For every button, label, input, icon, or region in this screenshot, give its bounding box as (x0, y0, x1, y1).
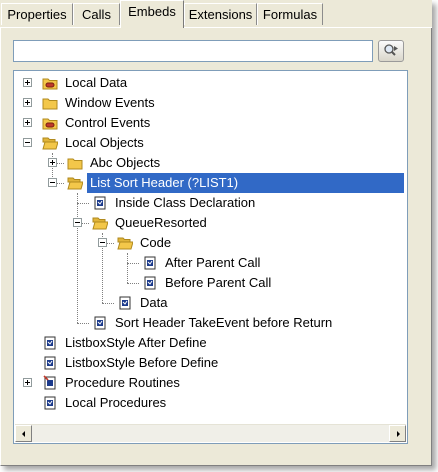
tab-label: Properties (7, 7, 67, 22)
tab-extensions[interactable]: Extensions (184, 3, 257, 25)
folder-icon (42, 95, 58, 111)
tree-item[interactable]: List Sort Header (?LIST1) (14, 173, 404, 193)
embed-icon (42, 395, 58, 411)
tree-item-label: After Parent Call (165, 255, 261, 270)
embed-icon (92, 195, 108, 211)
expand-icon[interactable] (23, 118, 32, 127)
embed-icon (42, 335, 58, 351)
tree-item-label: Code (140, 235, 172, 250)
tree-item[interactable]: Sort Header TakeEvent before Return (14, 313, 404, 333)
tab-label: Formulas (262, 7, 318, 22)
tree-item-label: Before Parent Call (165, 275, 272, 290)
tab-label: Embeds (128, 4, 176, 19)
folder-open-icon (117, 235, 134, 251)
tree-item[interactable]: Procedure Routines (14, 373, 404, 393)
tree-item-label: ListboxStyle After Define (65, 335, 207, 350)
tree-item-label: Local Data (65, 75, 128, 90)
tree-item-label: Local Procedures (65, 395, 167, 410)
folder-open-icon (92, 215, 109, 231)
tree-item[interactable]: Code (14, 233, 404, 253)
embed-icon (42, 355, 58, 371)
tree-item[interactable]: Control Events (14, 113, 404, 133)
tree-item[interactable]: Before Parent Call (14, 273, 404, 293)
tree-item[interactable]: Inside Class Declaration (14, 193, 404, 213)
embeds-tree[interactable]: Local Data Window Events Control Events Loc… (13, 70, 408, 444)
collapse-icon[interactable] (98, 238, 107, 247)
collapse-icon[interactable] (73, 218, 82, 227)
tab-strip: Properties Calls Embeds Extensions Formu… (0, 0, 432, 28)
embed-red-icon (42, 375, 58, 391)
search-input[interactable] (13, 40, 373, 62)
tree-item-label: Abc Objects (90, 155, 161, 170)
tree-item[interactable]: ListboxStyle After Define (14, 333, 404, 353)
folder-open-icon (67, 175, 84, 191)
embed-icon (92, 315, 108, 331)
tree-item-label: Inside Class Declaration (115, 195, 256, 210)
tree-item[interactable]: Local Objects (14, 133, 404, 153)
tree-item-label: Local Objects (65, 135, 144, 150)
tab-calls[interactable]: Calls (73, 3, 120, 25)
embeds-panel: Properties Calls Embeds Extensions Formu… (0, 0, 432, 466)
horizontal-scrollbar[interactable] (15, 424, 406, 442)
tab-embeds[interactable]: Embeds (120, 0, 184, 28)
tree-item[interactable]: ListboxStyle Before Define (14, 353, 404, 373)
tab-properties[interactable]: Properties (1, 3, 73, 25)
embed-icon (117, 295, 133, 311)
expand-icon[interactable] (23, 378, 32, 387)
collapse-icon[interactable] (23, 138, 32, 147)
find-button[interactable] (378, 40, 404, 62)
tree-item[interactable]: Data (14, 293, 404, 313)
folder-open-icon (42, 135, 59, 151)
tree-item[interactable]: Abc Objects (14, 153, 404, 173)
embed-icon (142, 275, 158, 291)
tree-item[interactable]: After Parent Call (14, 253, 404, 273)
tree-item-label: Control Events (65, 115, 151, 130)
embed-icon (142, 255, 158, 271)
tree-item-label: Data (140, 295, 168, 310)
scroll-left-button[interactable] (15, 425, 32, 442)
arrow-right-icon (394, 426, 402, 441)
tree-item-label: Sort Header TakeEvent before Return (115, 315, 333, 330)
tab-label: Extensions (188, 7, 253, 22)
folder-filled-icon (42, 75, 58, 91)
find-icon (383, 43, 399, 60)
tree-item[interactable]: Local Data (14, 73, 404, 93)
scroll-right-button[interactable] (389, 425, 406, 442)
tree-item[interactable]: Window Events (14, 93, 404, 113)
tree-item-label: ListboxStyle Before Define (65, 355, 219, 370)
tree-item-label: QueueResorted (115, 215, 207, 230)
tree-item-label: Window Events (65, 95, 155, 110)
expand-icon[interactable] (23, 98, 32, 107)
tree-item-label: List Sort Header (?LIST1) (87, 173, 404, 193)
tab-formulas[interactable]: Formulas (257, 3, 323, 25)
expand-icon[interactable] (23, 78, 32, 87)
tab-label: Calls (82, 7, 111, 22)
tree-item[interactable]: Local Procedures (14, 393, 404, 413)
folder-filled-icon (42, 115, 58, 131)
expand-icon[interactable] (48, 158, 57, 167)
folder-icon (67, 155, 83, 171)
tree-item[interactable]: QueueResorted (14, 213, 404, 233)
collapse-icon[interactable] (48, 178, 57, 187)
tree-item-label: Procedure Routines (65, 375, 180, 390)
arrow-left-icon (20, 426, 28, 441)
